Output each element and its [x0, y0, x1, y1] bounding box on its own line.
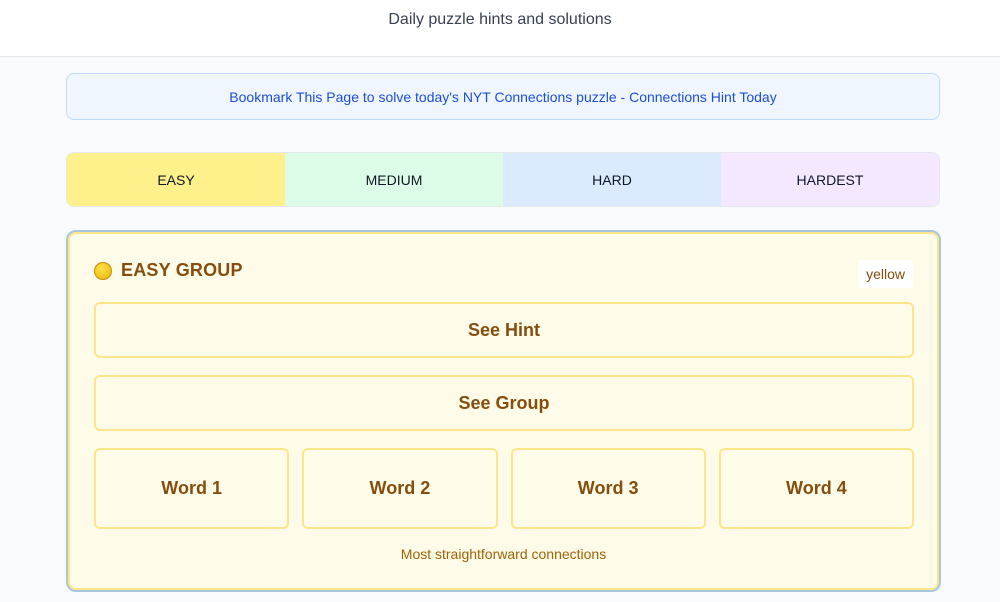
top-header: Daily puzzle hints and solutions [0, 0, 1000, 57]
color-badge: yellow [858, 260, 913, 288]
word-4-button[interactable]: Word 4 [718, 448, 914, 529]
tab-easy[interactable]: EASY [67, 153, 285, 206]
word-2-button[interactable]: Word 2 [302, 448, 498, 529]
tab-medium[interactable]: MEDIUM [285, 153, 503, 206]
word-3-button[interactable]: Word 3 [510, 448, 706, 529]
word-buttons: Word 1 Word 2 Word 3 Word 4 [94, 448, 914, 529]
difficulty-tabs: EASY MEDIUM HARD HARDEST [66, 152, 940, 207]
bookmark-banner-text: Bookmark This Page to solve today's NYT … [229, 88, 777, 105]
group-title: EASY GROUP [121, 260, 243, 280]
bookmark-banner: Bookmark This Page to solve today's NYT … [66, 73, 940, 120]
yellow-circle-icon [94, 261, 112, 280]
group-description: Most straightforward connections [400, 546, 607, 562]
tab-hard[interactable]: HARD [503, 153, 721, 206]
page-subtitle: Daily puzzle hints and solutions [388, 11, 612, 28]
see-group-button[interactable]: See Group [94, 375, 914, 431]
group-header: EASY GROUP [94, 260, 243, 281]
tab-hardest[interactable]: HARDEST [721, 153, 939, 206]
easy-group-card: EASY GROUP yellow See Hint See Group Wor… [66, 230, 941, 592]
word-1-button[interactable]: Word 1 [94, 448, 290, 529]
see-hint-button[interactable]: See Hint [94, 302, 914, 358]
